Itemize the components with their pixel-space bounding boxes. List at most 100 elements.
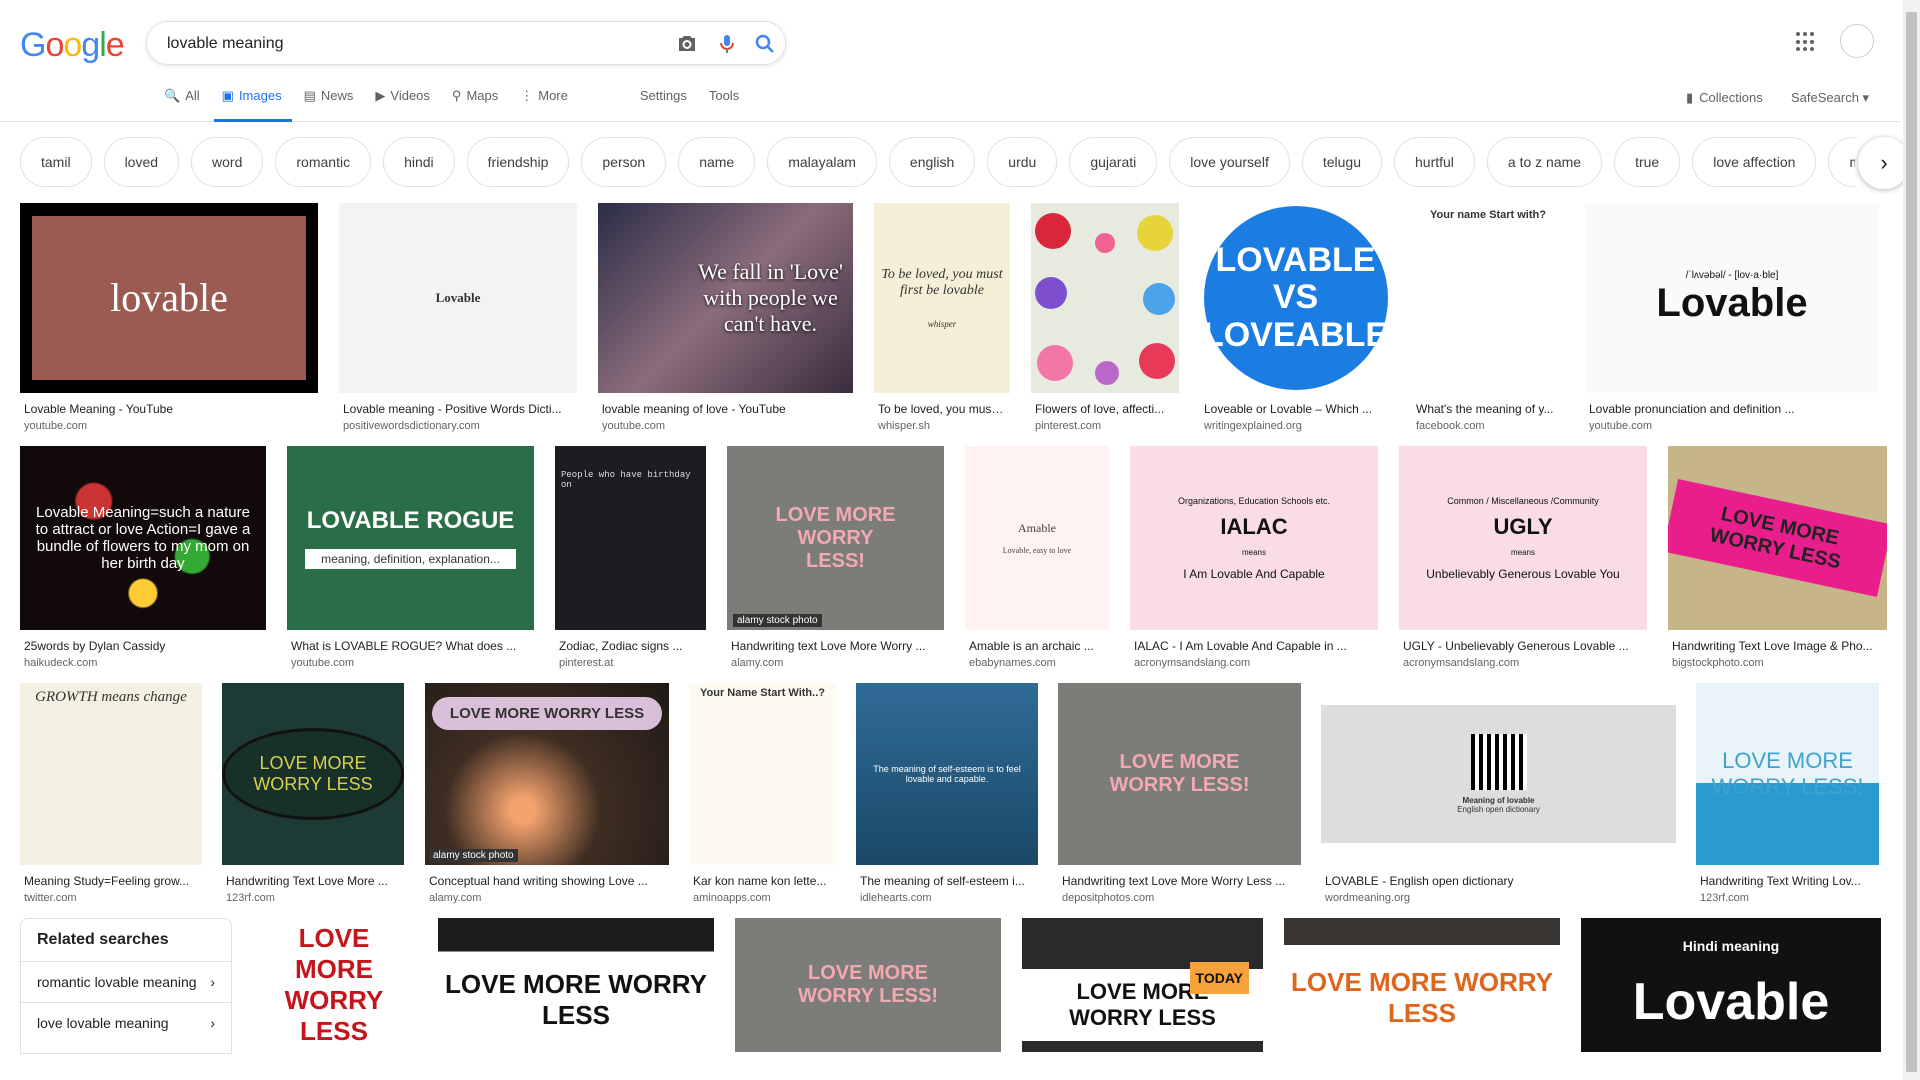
result-thumbnail[interactable]: Your Name Start With..? xyxy=(689,683,836,865)
image-result[interactable]: LOVE MORE WORRY LESS Handwriting Text Lo… xyxy=(1668,446,1887,671)
result-thumbnail[interactable]: Amable Lovable, easy to love xyxy=(965,446,1109,630)
search-input[interactable] xyxy=(167,32,627,56)
result-thumbnail[interactable]: We fall in 'Love' with people we can't h… xyxy=(598,203,853,393)
result-thumbnail[interactable]: Lovable Meaning=such a nature to attract… xyxy=(20,446,266,630)
result-thumbnail[interactable]: LOVE MORE WORRY LESS! xyxy=(1058,683,1301,865)
image-result[interactable]: LOVE MORE WORRY LESS! xyxy=(735,918,1001,1054)
chip[interactable]: romantic xyxy=(275,137,372,187)
result-title[interactable]: UGLY - Unbelievably Generous Lovable ... xyxy=(1403,639,1643,654)
image-result[interactable]: LOVE MORE WORRY LESS! alamy stock photo H… xyxy=(727,446,944,671)
image-result[interactable]: LOVE MORE WORRY LESS xyxy=(438,918,714,1054)
image-result[interactable]: LOVE MORE WORRY LESS alamy stock photo Co… xyxy=(425,683,669,906)
result-title[interactable]: What is LOVABLE ROGUE? What does ... xyxy=(291,639,530,654)
result-title[interactable]: Flowers of love, affecti... xyxy=(1035,402,1175,417)
result-title[interactable]: Handwriting Text Love More ... xyxy=(226,874,400,889)
scrollbar-thumb[interactable] xyxy=(1906,12,1917,1072)
result-title[interactable]: Loveable or Lovable – Which ... xyxy=(1204,402,1387,417)
image-result[interactable]: Your Name Start With..? Kar kon name kon… xyxy=(689,683,836,906)
image-result[interactable]: People who have birthday on Zodiac, Zodi… xyxy=(555,446,706,671)
result-title[interactable]: 25words by Dylan Cassidy xyxy=(24,639,262,654)
result-title[interactable]: Meaning Study=Feeling grow... xyxy=(24,874,198,889)
result-thumbnail[interactable]: GROWTH means change xyxy=(20,683,202,865)
image-result[interactable]: Your name Start with? What's the meaning… xyxy=(1412,203,1564,434)
collections-link[interactable]: ▮ Collections xyxy=(1686,90,1763,106)
related-search-item[interactable]: romantic lovable meaning › xyxy=(21,962,231,1003)
vertical-scrollbar[interactable] xyxy=(1903,0,1920,1080)
result-thumbnail[interactable]: Hindi meaning Lovable xyxy=(1581,918,1881,1052)
tab-news[interactable]: ▤ News xyxy=(304,88,354,122)
result-title[interactable]: Amable is an archaic ... xyxy=(969,639,1105,654)
chip[interactable]: english xyxy=(888,137,976,187)
result-thumbnail[interactable]: The meaning of self-esteem is to feel lo… xyxy=(856,683,1038,865)
chip[interactable]: a to z name xyxy=(1486,137,1603,187)
result-thumbnail[interactable]: LOVABLE VS LOVEABLE xyxy=(1200,203,1391,393)
chip[interactable]: word xyxy=(191,137,264,187)
result-title[interactable]: Handwriting text Love More Worry ... xyxy=(731,639,940,654)
image-result[interactable]: LOVABLE VS LOVEABLE Loveable or Lovable … xyxy=(1200,203,1391,434)
tab-maps[interactable]: ⚲ Maps xyxy=(452,88,498,122)
result-title[interactable]: Handwriting Text Love Image & Pho... xyxy=(1672,639,1883,654)
chip[interactable]: urdu xyxy=(987,137,1058,187)
chip[interactable]: true xyxy=(1614,137,1681,187)
tab-images[interactable]: ▣ Images xyxy=(213,88,292,122)
result-title[interactable]: IALAC - I Am Lovable And Capable in ... xyxy=(1134,639,1374,654)
camera-icon[interactable] xyxy=(675,32,699,56)
image-result[interactable]: Lovable Meaning=such a nature to attract… xyxy=(20,446,266,671)
result-thumbnail[interactable]: LOVE MORE WORRY LESS! xyxy=(735,918,1001,1052)
result-thumbnail[interactable]: /ˈlʌvəbəl/ - [lov·a·ble] Lovable xyxy=(1585,203,1879,393)
image-result[interactable]: Meaning of lovable English open dictionar… xyxy=(1321,683,1676,906)
result-thumbnail[interactable]: LOVABLE ROGUE meaning, definition, explan… xyxy=(287,446,534,630)
chip[interactable]: person xyxy=(581,137,667,187)
image-result[interactable]: LOVE MORE WORRY LESS! Handwriting Text W… xyxy=(1696,683,1879,906)
image-result[interactable]: /ˈlʌvəbəl/ - [lov·a·ble] Lovable Lovable … xyxy=(1585,203,1879,434)
chip[interactable]: telugu xyxy=(1301,137,1382,187)
google-logo[interactable]: Google xyxy=(20,26,125,65)
image-result[interactable]: GROWTH means change Meaning Study=Feelin… xyxy=(20,683,202,906)
image-result[interactable]: Hindi meaning Lovable xyxy=(1581,918,1881,1054)
result-thumbnail[interactable]: LOVE MORE WORRY LESS xyxy=(252,918,416,1052)
chip[interactable]: friendship xyxy=(466,137,570,187)
image-result[interactable]: To be loved, you must first be lovable wh… xyxy=(874,203,1010,434)
chip[interactable]: hindi xyxy=(383,137,455,187)
image-result[interactable]: LOVE MORE WORRY LESS! Handwriting text L… xyxy=(1058,683,1301,906)
image-result[interactable]: LOVE MORE WORRY LESS Handwriting Text Lo… xyxy=(222,683,404,906)
image-result[interactable]: LOVABLE ROGUE meaning, definition, explan… xyxy=(287,446,534,671)
tab-more[interactable]: ⋮ More xyxy=(520,88,568,122)
result-thumbnail[interactable]: Your name Start with? xyxy=(1412,203,1564,393)
result-thumbnail[interactable] xyxy=(1031,203,1179,393)
result-thumbnail[interactable]: Meaning of lovable English open dictionar… xyxy=(1321,683,1676,865)
image-result[interactable]: LOVE MORE WORRY LESS TODAY xyxy=(1022,918,1263,1054)
chip[interactable]: loved xyxy=(103,137,180,187)
result-thumbnail[interactable]: LOVE MORE WORRY LESS xyxy=(222,683,404,865)
tools-link[interactable]: Tools xyxy=(709,88,739,122)
chip[interactable]: love affection xyxy=(1692,137,1817,187)
chip[interactable]: tamil xyxy=(20,137,92,187)
image-result[interactable]: LOVE MORE WORRY LESS xyxy=(252,918,416,1054)
result-thumbnail[interactable]: LOVE MORE WORRY LESS alamy stock photo xyxy=(425,683,669,865)
result-title[interactable]: Handwriting Text Writing Lov... xyxy=(1700,874,1875,889)
result-title[interactable]: Lovable meaning - Positive Words Dicti..… xyxy=(343,402,573,417)
image-result[interactable]: The meaning of self-esteem is to feel lo… xyxy=(856,683,1038,906)
result-thumbnail[interactable]: LOVE MORE WORRY LESS TODAY xyxy=(1022,918,1263,1052)
settings-link[interactable]: Settings xyxy=(640,88,687,122)
chip[interactable]: name xyxy=(678,137,756,187)
image-result[interactable]: LOVE MORE WORRY LESS xyxy=(1284,918,1560,1054)
image-result[interactable]: We fall in 'Love' with people we can't h… xyxy=(598,203,853,434)
chip[interactable]: gujarati xyxy=(1069,137,1158,187)
result-title[interactable]: Handwriting text Love More Worry Less ..… xyxy=(1062,874,1297,889)
safesearch-menu[interactable]: SafeSearch ▾ xyxy=(1791,90,1869,106)
result-title[interactable]: What's the meaning of y... xyxy=(1416,402,1560,417)
result-title[interactable]: Zodiac, Zodiac signs ... xyxy=(559,639,702,654)
result-title[interactable]: Kar kon name kon lette... xyxy=(693,874,832,889)
apps-icon[interactable] xyxy=(1796,32,1816,52)
image-result[interactable]: lovable Lovable Meaning - YouTube youtub… xyxy=(20,203,318,434)
result-thumbnail[interactable]: To be loved, you must first be lovable wh… xyxy=(874,203,1010,393)
image-result[interactable]: Flowers of love, affecti... pinterest.co… xyxy=(1031,203,1179,434)
result-title[interactable]: lovable meaning of love - YouTube xyxy=(602,402,849,417)
image-result[interactable]: Lovable Lovable meaning - Positive Words… xyxy=(339,203,577,434)
search-icon[interactable] xyxy=(753,32,777,56)
result-thumbnail[interactable]: Lovable xyxy=(339,203,577,393)
result-thumbnail[interactable]: Common / Miscellaneous /Community UGLY mea… xyxy=(1399,446,1647,630)
chip[interactable]: marathi xyxy=(1828,137,1855,187)
tab-all[interactable]: 🔍 All xyxy=(164,88,200,122)
